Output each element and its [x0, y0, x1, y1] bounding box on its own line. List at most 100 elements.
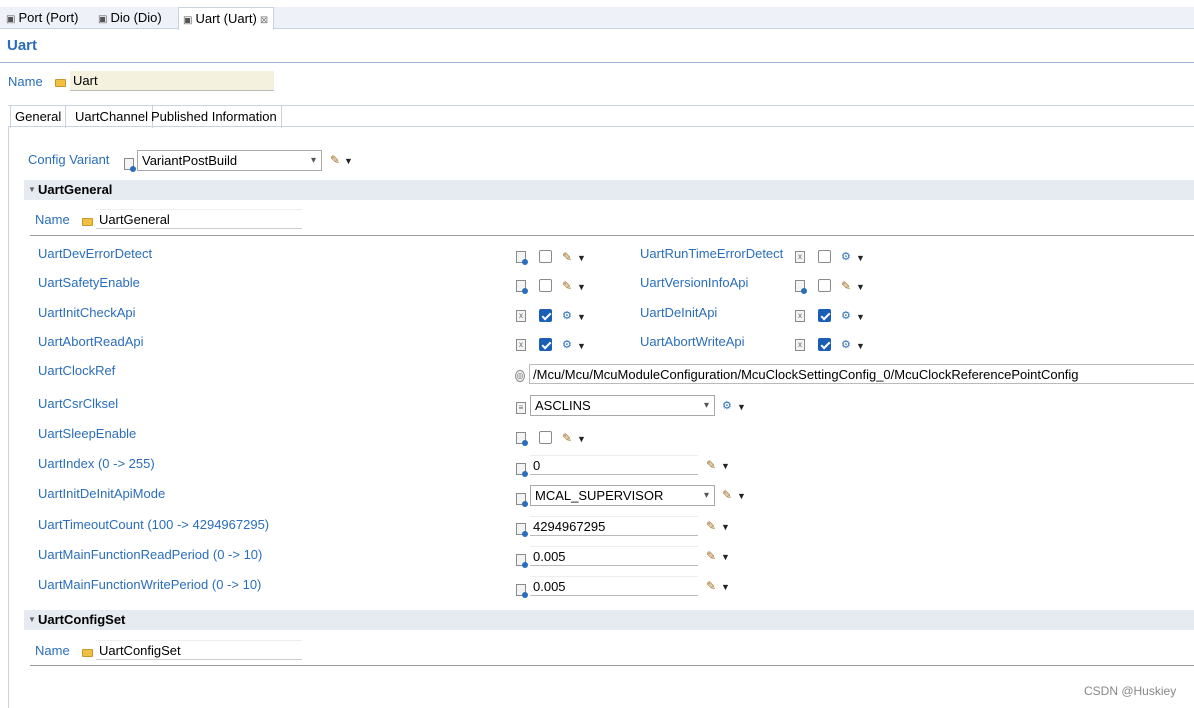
tab-uart[interactable]: ▣ Uart (Uart) ⊠: [178, 7, 274, 30]
caret-down-icon[interactable]: ▼: [721, 522, 730, 532]
chevron-down-icon: ▾: [703, 400, 709, 411]
tab-published-information[interactable]: Published Information: [147, 106, 282, 128]
uart-safety-enable-checkbox[interactable]: [539, 279, 552, 292]
section-header-uartgeneral[interactable]: ▼ UartGeneral: [24, 180, 1194, 200]
init-deinit-mode-select[interactable]: MCAL_SUPERVISOR ▾: [530, 485, 715, 506]
pencil-icon[interactable]: ✎: [330, 153, 340, 167]
editor-tab-bar: ▣ Port (Port) ▣ Dio (Dio) ▣ Uart (Uart) ⊠: [0, 7, 1194, 30]
uart-sleep-enable-checkbox[interactable]: [539, 431, 552, 444]
section-header-uartconfigset[interactable]: ▼ UartConfigSet: [24, 610, 1194, 630]
caret-down-icon[interactable]: ▼: [737, 491, 746, 501]
uart-abort-write-api-checkbox[interactable]: [818, 338, 831, 351]
caret-down-icon[interactable]: ▼: [721, 461, 730, 471]
tab-general[interactable]: General: [10, 106, 67, 128]
variant-icon: [516, 523, 528, 537]
uart-init-check-api-checkbox[interactable]: [539, 309, 552, 322]
param-label: UartInitCheckApi: [38, 305, 136, 320]
pencil-icon[interactable]: ✎: [706, 549, 716, 563]
tab-label: Uart (Uart): [195, 11, 257, 26]
variant-icon: [516, 493, 528, 507]
uart-deinit-api-checkbox[interactable]: [818, 309, 831, 322]
collapse-icon[interactable]: ▼: [28, 180, 36, 200]
caret-down-icon[interactable]: ▼: [577, 341, 586, 351]
caret-down-icon[interactable]: ▼: [856, 341, 865, 351]
tab-uartchannel[interactable]: UartChannel: [71, 106, 153, 128]
gear-icon[interactable]: ⚙: [562, 309, 572, 322]
variant-icon: [516, 432, 528, 446]
param-label: UartCsrClksel: [38, 396, 119, 411]
pencil-icon[interactable]: ✎: [841, 279, 851, 293]
pencil-icon[interactable]: ✎: [722, 488, 732, 502]
section-title: UartGeneral: [38, 182, 113, 197]
caret-down-icon[interactable]: ▼: [856, 312, 865, 322]
uartconfigset-name-field[interactable]: UartConfigSet: [96, 640, 302, 660]
name-label: Name: [35, 643, 70, 658]
variant-icon: [516, 280, 528, 294]
uartgeneral-name-field[interactable]: UartGeneral: [96, 209, 302, 229]
close-icon[interactable]: ⊠: [260, 15, 268, 26]
page-title: Uart: [7, 37, 38, 54]
pencil-icon[interactable]: ✎: [706, 579, 716, 593]
main-read-period-field[interactable]: 0.005: [530, 546, 698, 566]
module-name-field[interactable]: Uart: [70, 71, 274, 91]
collapse-icon[interactable]: ▼: [28, 610, 36, 630]
pencil-icon[interactable]: ✎: [706, 458, 716, 472]
gear-icon[interactable]: ⚙: [841, 250, 851, 263]
param-icon: x: [795, 251, 805, 263]
uart-version-info-api-checkbox[interactable]: [818, 279, 831, 292]
pencil-icon[interactable]: ✎: [562, 279, 572, 293]
param-icon: x: [516, 339, 526, 351]
param-label: UartVersionInfoApi: [640, 275, 749, 290]
page-tab-bar: General UartChannel Published Informatio…: [8, 105, 1194, 128]
param-icon: x: [795, 310, 805, 322]
enum-icon: ≡: [516, 402, 526, 414]
tab-port[interactable]: ▣ Port (Port): [2, 7, 90, 29]
param-label: UartAbortWriteApi: [640, 334, 745, 349]
chevron-down-icon: ▾: [310, 155, 316, 166]
csr-clksel-select[interactable]: ASCLINS ▾: [530, 395, 715, 416]
config-variant-label: Config Variant: [28, 152, 110, 167]
clock-ref-field[interactable]: /Mcu/Mcu/McuModuleConfiguration/McuClock…: [529, 364, 1194, 384]
caret-down-icon[interactable]: ▼: [577, 312, 586, 322]
caret-down-icon[interactable]: ▼: [344, 156, 353, 166]
section-title: UartConfigSet: [38, 612, 126, 627]
caret-down-icon[interactable]: ▼: [721, 582, 730, 592]
caret-down-icon[interactable]: ▼: [856, 282, 865, 292]
gear-icon[interactable]: ⚙: [841, 338, 851, 351]
caret-down-icon[interactable]: ▼: [856, 253, 865, 263]
param-label: UartTimeoutCount (100 -> 4294967295): [38, 517, 270, 532]
uart-index-field[interactable]: 0: [530, 455, 698, 475]
uart-abort-read-api-checkbox[interactable]: [539, 338, 552, 351]
gear-icon[interactable]: ⚙: [562, 338, 572, 351]
caret-down-icon[interactable]: ▼: [737, 402, 746, 412]
config-variant-select[interactable]: VariantPostBuild ▾: [137, 150, 322, 171]
name-label: Name: [8, 74, 43, 89]
param-icon: x: [795, 339, 805, 351]
pencil-icon[interactable]: ✎: [706, 519, 716, 533]
folder-icon: [55, 79, 66, 87]
gear-icon[interactable]: ⚙: [841, 309, 851, 322]
caret-down-icon[interactable]: ▼: [721, 552, 730, 562]
caret-down-icon[interactable]: ▼: [577, 282, 586, 292]
main-write-period-field[interactable]: 0.005: [530, 576, 698, 596]
param-label: UartDeInitApi: [640, 305, 718, 320]
variant-icon: [795, 280, 807, 294]
caret-down-icon[interactable]: ▼: [577, 253, 586, 263]
init-deinit-mode-value: MCAL_SUPERVISOR: [535, 488, 664, 503]
reference-icon: ◎: [515, 370, 525, 382]
param-label: UartSafetyEnable: [38, 275, 140, 290]
gear-icon[interactable]: ⚙: [722, 399, 732, 412]
pencil-icon[interactable]: ✎: [562, 431, 572, 445]
param-label: UartMainFunctionReadPeriod (0 -> 10): [38, 547, 263, 562]
uart-dev-error-detect-checkbox[interactable]: [539, 250, 552, 263]
pencil-icon[interactable]: ✎: [562, 250, 572, 264]
tab-dio[interactable]: ▣ Dio (Dio): [94, 7, 174, 29]
uart-runtime-error-detect-checkbox[interactable]: [818, 250, 831, 263]
timeout-count-field[interactable]: 4294967295: [530, 516, 698, 536]
variant-icon: [516, 554, 528, 568]
caret-down-icon[interactable]: ▼: [577, 434, 586, 444]
variant-icon: [124, 158, 136, 172]
param-label: UartInitDeInitApiMode: [38, 486, 166, 501]
param-label: UartDevErrorDetect: [38, 246, 153, 261]
param-label: UartClockRef: [38, 363, 116, 378]
